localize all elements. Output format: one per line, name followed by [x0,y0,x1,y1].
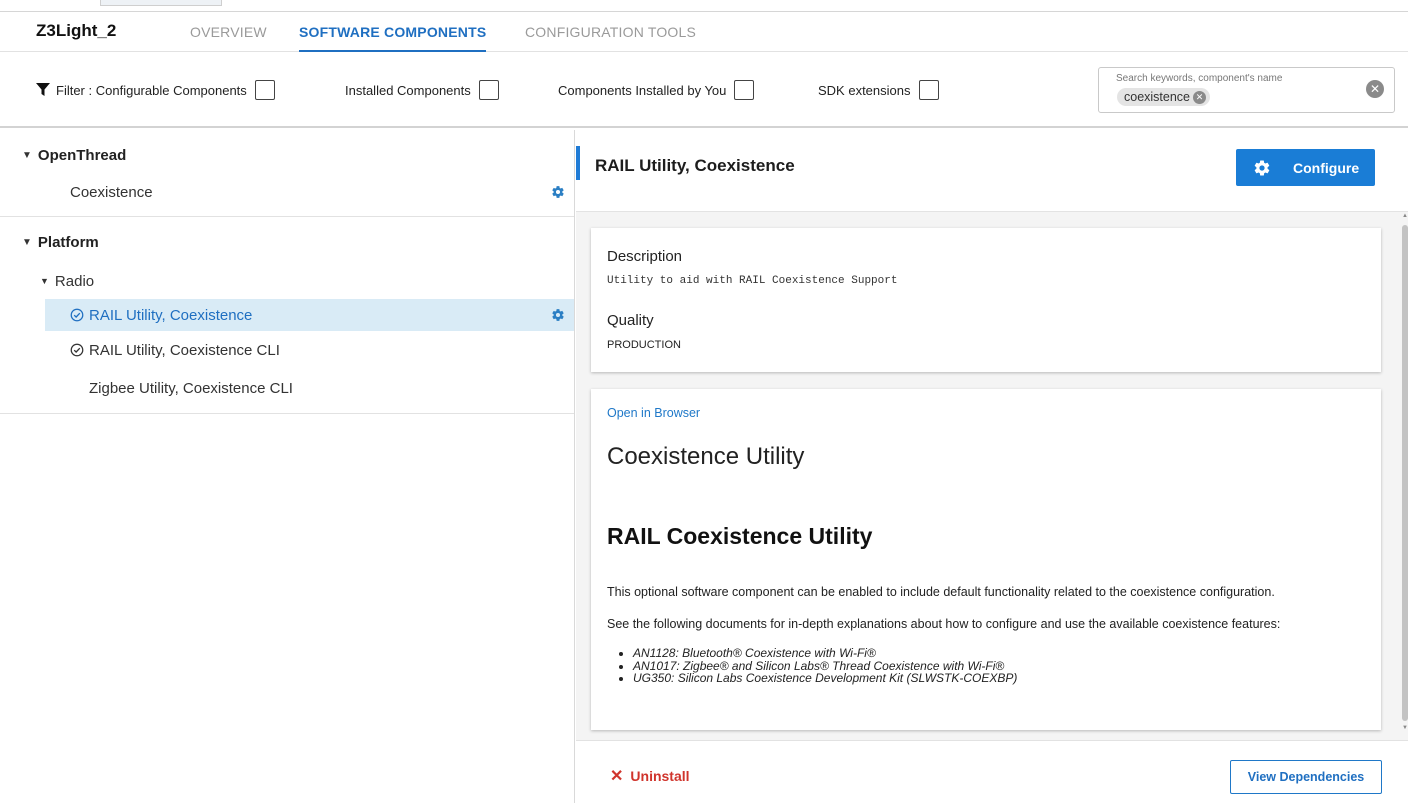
gear-icon[interactable] [551,308,565,322]
detail-footer: ✕ Uninstall View Dependencies [576,740,1408,803]
doc-paragraph-1: This optional software component can be … [607,585,1275,599]
detail-accent-bar [576,146,580,180]
configure-button[interactable]: Configure [1236,149,1375,186]
tree-group-platform: ▼ Platform ▼ Radio RAIL Utility, Coexisten… [0,217,574,414]
editor-header: Z3Light_2 OVERVIEW SOFTWARE COMPONENTS C… [0,12,1408,52]
tree-item-label: Coexistence [70,183,153,201]
detail-scrollbar[interactable]: ▲ ▼ [1401,213,1408,736]
tree-group-openthread: ▼ OpenThread Coexistence [0,130,574,217]
tree-item-rail-utility-coexistence[interactable]: RAIL Utility, Coexistence [45,299,574,331]
window-top-strip [0,0,1408,12]
detail-header: RAIL Utility, Coexistence Configure [576,130,1408,212]
group-header-platform[interactable]: ▼ Platform [0,217,574,263]
close-icon: ✕ [610,768,624,785]
filter-sdk-extensions: SDK extensions [818,80,939,100]
filter-label-installed-by-you: Components Installed by You [558,82,727,98]
installed-check-icon [70,308,84,322]
tree-item-coexistence[interactable]: Coexistence [0,174,574,210]
quality-label: Quality [607,312,654,329]
tree-item-label: RAIL Utility, Coexistence CLI [89,341,280,359]
caret-down-icon: ▼ [40,276,49,286]
component-title: RAIL Utility, Coexistence [595,156,795,175]
tree-item-label: Zigbee Utility, Coexistence CLI [89,379,293,397]
filter-bar: Filter : Configurable Components Install… [0,53,1408,128]
clear-search-icon[interactable]: ✕ [1366,80,1384,98]
group-label: Platform [37,234,99,251]
search-chip-label: coexistence [1124,90,1191,104]
installed-check-icon [70,343,84,357]
filter-label-sdk-extensions: SDK extensions [818,82,911,98]
list-item: UG350: Silicon Labs Coexistence Developm… [633,672,1017,685]
group-label: OpenThread [37,147,127,164]
open-in-browser-link[interactable]: Open in Browser [607,406,700,420]
uninstall-button[interactable]: ✕ Uninstall [610,766,690,786]
caret-down-icon: ▼ [22,237,32,248]
doc-references-list: AN1128: Bluetooth® Coexistence with Wi-F… [629,647,1017,685]
filter-configurable: Filter : Configurable Components [36,80,275,100]
filter-prefix: Filter : [56,82,93,98]
component-tree: ▼ OpenThread Coexistence ▼ Platform ▼ Radio… [0,130,575,803]
view-dependencies-button[interactable]: View Dependencies [1230,760,1382,794]
doc-paragraph-2: See the following documents for in-depth… [607,617,1281,631]
project-name: Z3Light_2 [36,21,117,40]
quality-value: PRODUCTION [607,339,681,351]
tab-software-components[interactable]: SOFTWARE COMPONENTS [299,24,487,52]
list-item: AN1128: Bluetooth® Coexistence with Wi-F… [633,647,1017,660]
tree-item-rail-utility-coexistence-cli[interactable]: RAIL Utility, Coexistence CLI [0,331,574,369]
uninstall-label: Uninstall [630,768,690,784]
description-label: Description [607,248,683,265]
filter-label-installed: Installed Components [345,82,471,98]
checkbox-installed-components[interactable] [478,80,499,100]
tab-configuration-tools[interactable]: CONFIGURATION TOOLS [525,24,696,40]
scroll-up-icon[interactable]: ▲ [1402,213,1408,219]
tree-subgroup-radio[interactable]: ▼ Radio [0,263,574,299]
filter-icon [36,83,50,96]
detail-scroll-area[interactable]: Description Utility to aid with RAIL Coe… [576,213,1408,736]
scroll-down-icon[interactable]: ▼ [1402,725,1408,731]
configure-label: Configure [1293,159,1360,176]
tree-item-zigbee-utility-coexistence-cli[interactable]: Zigbee Utility, Coexistence CLI [0,369,574,407]
info-card: Description Utility to aid with RAIL Coe… [591,228,1381,372]
tree-item-label: RAIL Utility, Coexistence [89,306,253,324]
gear-icon [1254,160,1270,176]
doc-title: Coexistence Utility [607,443,805,470]
chip-remove-icon[interactable]: ✕ [1193,90,1207,104]
caret-down-icon: ▼ [22,150,32,161]
gear-icon[interactable] [551,185,565,199]
subgroup-label: Radio [54,272,95,290]
documentation-card: Open in Browser Coexistence Utility RAIL… [591,389,1381,730]
doc-heading: RAIL Coexistence Utility [607,523,873,549]
search-input[interactable]: Search keywords, component's name coexis… [1098,67,1395,113]
checkbox-installed-by-you[interactable] [734,80,755,100]
scrollbar-thumb[interactable] [1402,225,1408,721]
filter-installed-by-you: Components Installed by You [558,80,755,100]
tab-overview[interactable]: OVERVIEW [190,24,267,40]
search-chip: coexistence ✕ [1117,88,1211,106]
search-placeholder: Search keywords, component's name [1116,73,1283,84]
component-detail-panel: RAIL Utility, Coexistence Configure Desc… [576,130,1408,803]
checkbox-sdk-extensions[interactable] [918,80,939,100]
group-header-openthread[interactable]: ▼ OpenThread [0,130,574,174]
previous-tab-remnant[interactable] [100,0,222,6]
checkbox-configurable-components[interactable] [254,80,275,100]
filter-installed: Installed Components [345,80,499,100]
filter-label-configurable: Configurable Components [95,82,247,98]
description-text: Utility to aid with RAIL Coexistence Sup… [607,275,898,287]
